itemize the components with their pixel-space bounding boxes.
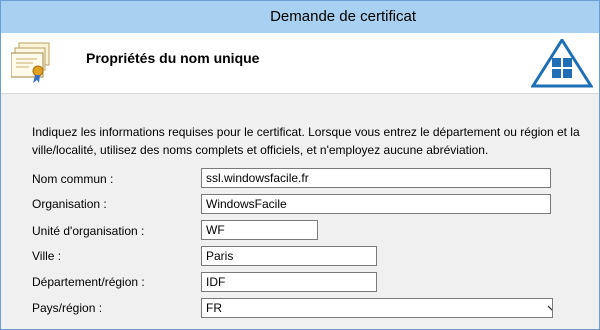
country-select-value: FR bbox=[206, 301, 222, 315]
dialog-window: Demande de certificat Propriétés du nom … bbox=[0, 0, 600, 330]
certificate-icon bbox=[10, 41, 55, 90]
state-label: Département/région : bbox=[32, 275, 145, 289]
organization-field[interactable]: WindowsFacile bbox=[201, 194, 551, 214]
windowsfacile-logo bbox=[530, 37, 594, 94]
window-title: Demande de certificat bbox=[270, 8, 416, 25]
wizard-header: Propriétés du nom unique bbox=[1, 33, 599, 94]
city-field[interactable]: Paris bbox=[201, 246, 377, 266]
city-label: Ville : bbox=[32, 249, 62, 263]
page-heading: Propriétés du nom unique bbox=[86, 50, 260, 66]
country-select[interactable]: FR bbox=[201, 298, 553, 318]
common-name-label: Nom commun : bbox=[32, 172, 114, 186]
state-field[interactable]: IDF bbox=[201, 272, 377, 292]
organization-label: Organisation : bbox=[32, 197, 107, 211]
form-panel: Indiquez les informations requises pour … bbox=[1, 94, 599, 329]
country-label: Pays/région : bbox=[32, 301, 103, 315]
instructions-text: Indiquez les informations requises pour … bbox=[32, 125, 580, 157]
title-bar[interactable]: Demande de certificat bbox=[1, 1, 599, 33]
org-unit-field[interactable]: WF bbox=[201, 220, 318, 240]
common-name-field[interactable]: ssl.windowsfacile.fr bbox=[201, 168, 551, 188]
org-unit-label: Unité d'organisation : bbox=[32, 224, 145, 238]
